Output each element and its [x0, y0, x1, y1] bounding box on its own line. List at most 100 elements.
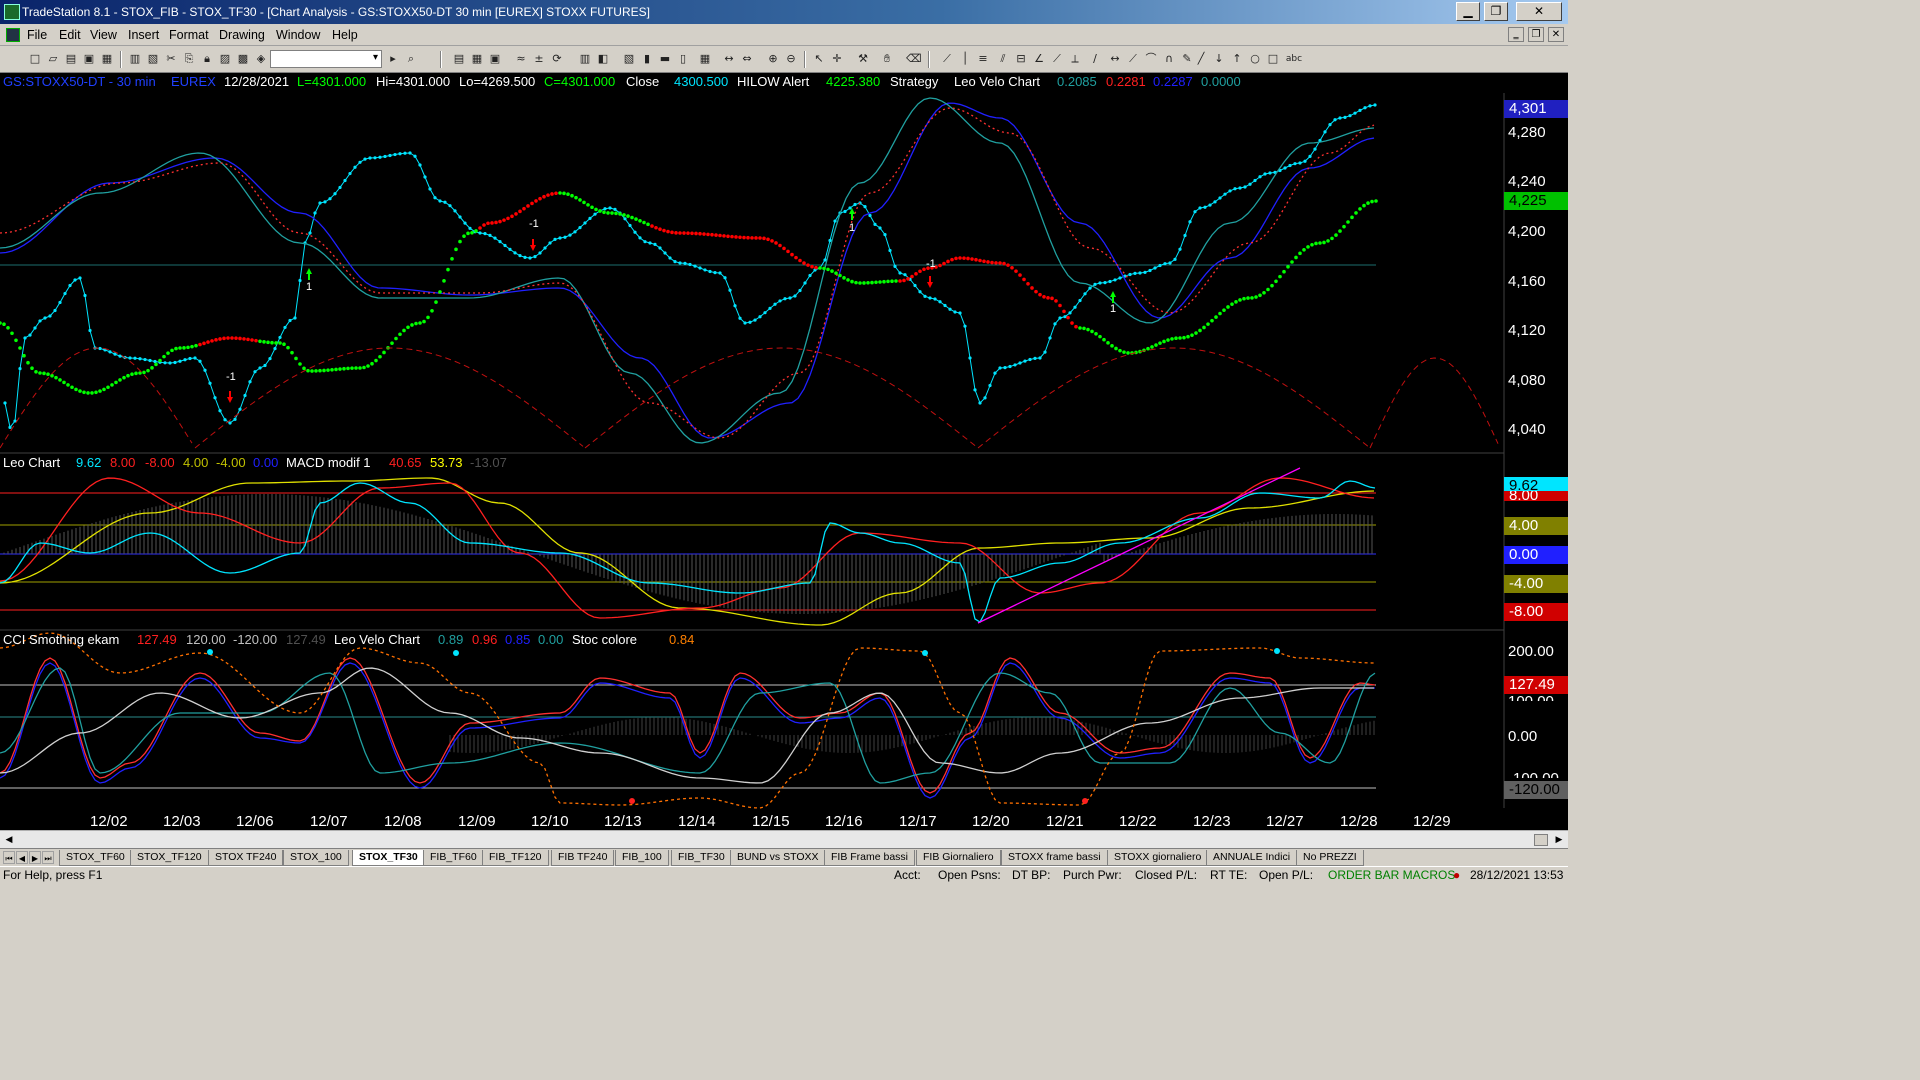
minimize-button[interactable]: ▁ — [1456, 2, 1480, 21]
regression-icon[interactable]: ∕ — [1088, 52, 1102, 66]
horizontal-line-icon[interactable]: ≡ — [976, 52, 990, 66]
tab-fib-giornaliero[interactable]: FIB Giornaliero — [916, 850, 1001, 866]
copy-icon[interactable]: ⎘ — [182, 52, 196, 66]
format-icon[interactable]: ▧ — [622, 52, 636, 66]
open-workspace-icon[interactable]: ▤ — [64, 52, 78, 66]
chart-analysis-window[interactable]: GS:STOXX50-DT - 30 min EUREX 12/28/2021 … — [0, 73, 1568, 830]
print-icon[interactable]: ▥ — [128, 52, 142, 66]
speed-line-icon[interactable]: ⟋ — [1050, 52, 1064, 66]
tab-stox-tf120[interactable]: STOX_TF120 — [130, 850, 209, 866]
radar-icon[interactable]: ▣ — [488, 52, 502, 66]
mdi-close-button[interactable]: ✕ — [1548, 27, 1564, 42]
text-tool-icon[interactable]: abc — [1284, 52, 1304, 66]
tab-stoxx-frame-bassi[interactable]: STOXX frame bassi — [1001, 850, 1108, 866]
zoom-out-icon[interactable]: ⊖ — [784, 52, 798, 66]
menu-help[interactable]: Help — [332, 28, 358, 42]
gann-icon[interactable]: ∠ — [1032, 52, 1046, 66]
print-preview-icon[interactable]: ▧ — [146, 52, 160, 66]
tab-first-icon[interactable]: ⏮ — [3, 851, 15, 864]
order-bar-macros[interactable]: ORDER BAR MACROS — [1328, 868, 1455, 882]
scroll-right-icon[interactable]: ▶ — [1552, 833, 1566, 847]
tab-fib-tf60[interactable]: FIB_TF60 — [423, 850, 484, 866]
cycle-icon[interactable]: ∩ — [1162, 52, 1176, 66]
find-icon[interactable]: ⌕ — [404, 52, 418, 66]
tab-prev-icon[interactable]: ◀ — [16, 851, 28, 864]
restore-button[interactable]: ❐ — [1484, 2, 1508, 21]
ray-icon[interactable]: ⟋ — [1126, 52, 1140, 66]
tab-fib-100[interactable]: FIB_100 — [615, 850, 669, 866]
play-icon[interactable]: ▸ — [386, 52, 400, 66]
window-icon[interactable]: ▩ — [236, 52, 250, 66]
symbol-combo[interactable]: ▾ — [270, 50, 382, 68]
data-icon[interactable]: ▦ — [698, 52, 712, 66]
menu-edit[interactable]: Edit — [59, 28, 81, 42]
zoom-in-icon[interactable]: ⊕ — [766, 52, 780, 66]
arrow-down-icon[interactable]: ↓ — [1212, 52, 1226, 66]
new-doc-icon[interactable]: □ — [28, 52, 42, 66]
tab-fib-tf120[interactable]: FIB_TF120 — [482, 850, 549, 866]
tab-annuale-indici[interactable]: ANNUALE Indici — [1206, 850, 1298, 866]
tab-stox-tf60[interactable]: STOX_TF60 — [59, 850, 132, 866]
tab-stox-tf240[interactable]: STOX TF240 — [208, 850, 284, 866]
paste-icon[interactable]: ▨ — [218, 52, 232, 66]
chart-icon[interactable]: ▤ — [452, 52, 466, 66]
andrews-icon[interactable]: ⟂ — [1068, 52, 1082, 66]
open-icon[interactable]: ▱ — [46, 52, 60, 66]
tab-fib-frame-bassi[interactable]: FIB Frame bassi — [824, 850, 916, 866]
ellipse-icon[interactable]: ○ — [1248, 52, 1262, 66]
menu-view[interactable]: View — [90, 28, 117, 42]
save-icon[interactable]: ▣ — [82, 52, 96, 66]
chart-canvas[interactable] — [0, 73, 1568, 830]
tab-no-prezzi[interactable]: No PREZZI — [1296, 850, 1364, 866]
tradestation-app-icon[interactable] — [4, 4, 20, 20]
tab-stox-100[interactable]: STOX_100 — [283, 850, 349, 866]
menu-file[interactable]: File — [27, 28, 47, 42]
menu-format[interactable]: Format — [169, 28, 209, 42]
scrollbar-thumb[interactable] — [1534, 834, 1548, 846]
menu-drawing[interactable]: Drawing — [219, 28, 265, 42]
macro-icon[interactable]: ◈ — [254, 52, 268, 66]
pen-icon[interactable]: ✎ — [1180, 52, 1194, 66]
line-tool-icon[interactable]: ╱ — [1194, 52, 1208, 66]
lock-icon[interactable]: 🔒︎ — [200, 52, 214, 66]
scroll-left-icon[interactable]: ◀ — [2, 833, 16, 847]
bars-icon[interactable]: ▥ — [578, 52, 592, 66]
ohlc-icon[interactable]: ▯ — [676, 52, 690, 66]
tab-bund-vs-stoxx[interactable]: BUND vs STOXX — [730, 850, 826, 866]
indicator-icon[interactable]: ≈ — [514, 52, 528, 66]
eraser-icon[interactable]: ⌫ — [906, 52, 922, 66]
fib-icon[interactable]: ⊟ — [1014, 52, 1028, 66]
arrow-line-icon[interactable]: ↔ — [1108, 52, 1122, 66]
scroll-icon[interactable]: ↔ — [722, 52, 736, 66]
candle-icon[interactable]: ▮ — [640, 52, 654, 66]
arc-icon[interactable]: ⌒ — [1144, 52, 1158, 66]
chevron-down-icon[interactable]: ▾ — [373, 52, 378, 63]
tools-icon[interactable]: ⚒ — [856, 52, 870, 66]
strategy-icon[interactable]: ± — [532, 52, 546, 66]
hand-icon[interactable]: ✋︎ — [880, 52, 894, 66]
mdi-minimize-button[interactable]: ‗ — [1508, 27, 1524, 42]
tab-next-icon[interactable]: ▶ — [29, 851, 41, 864]
tab-last-icon[interactable]: ⏭ — [42, 851, 54, 864]
compress-icon[interactable]: ⇔ — [740, 52, 754, 66]
tab-stoxx-giornaliero[interactable]: STOXX giornaliero — [1107, 850, 1209, 866]
rectangle-icon[interactable]: □ — [1266, 52, 1280, 66]
crosshair-icon[interactable]: ✛ — [830, 52, 844, 66]
horizontal-scrollbar[interactable]: ◀ ▶ — [0, 830, 1568, 848]
mdi-restore-button[interactable]: ❐ — [1528, 27, 1544, 42]
vertical-line-icon[interactable]: │ — [958, 52, 972, 66]
tab-stox-tf30[interactable]: STOX_TF30 — [352, 850, 425, 866]
close-button[interactable]: ✕ — [1516, 2, 1562, 21]
arrow-up-icon[interactable]: ↑ — [1230, 52, 1244, 66]
tab-fib-tf240[interactable]: FIB TF240 — [551, 850, 615, 866]
line-chart-icon[interactable]: ▬ — [658, 52, 672, 66]
menu-insert[interactable]: Insert — [128, 28, 159, 42]
menu-window[interactable]: Window — [276, 28, 320, 42]
save-all-icon[interactable]: ▦ — [100, 52, 114, 66]
trendline-icon[interactable]: ⟋ — [940, 52, 954, 66]
cut-icon[interactable]: ✂ — [164, 52, 178, 66]
chart-window-icon[interactable] — [6, 28, 20, 42]
channel-icon[interactable]: ⫽ — [996, 52, 1010, 66]
tab-fib-tf30[interactable]: FIB_TF30 — [671, 850, 732, 866]
refresh-icon[interactable]: ⟳ — [550, 52, 564, 66]
